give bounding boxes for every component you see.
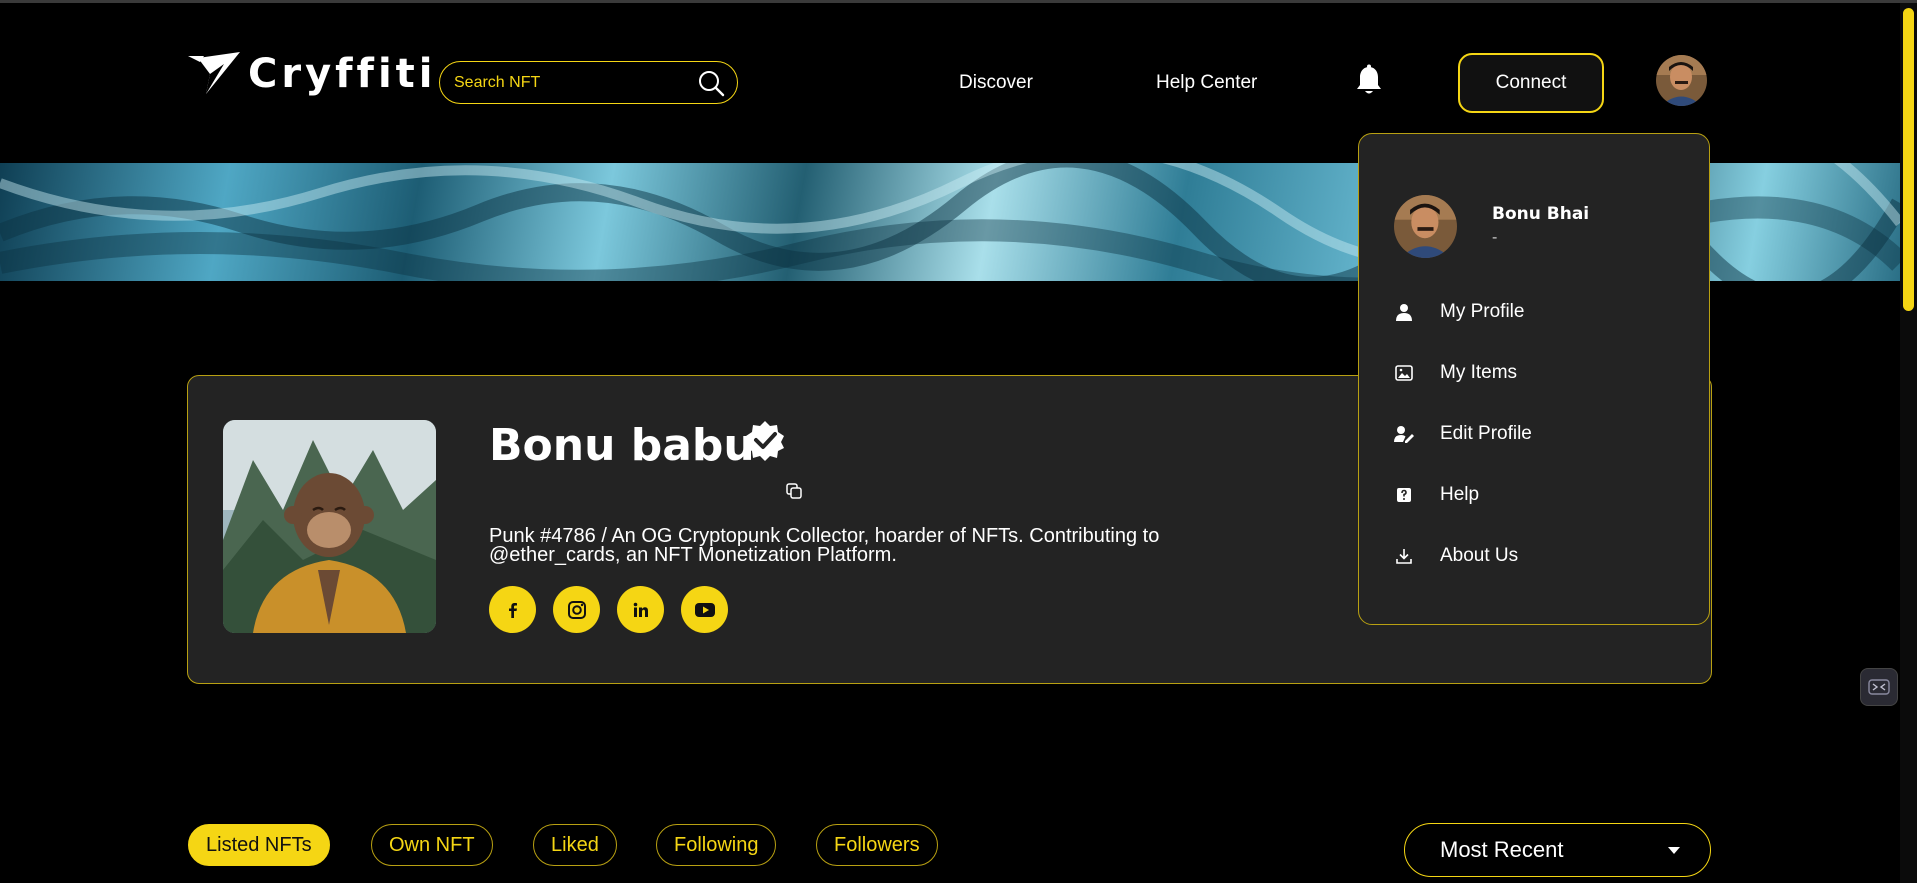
menu-item-label: Help	[1440, 484, 1480, 505]
social-links	[489, 586, 728, 633]
sort-selected-label: Most Recent	[1440, 837, 1564, 862]
brand-name: Cryffiti	[248, 51, 437, 97]
menu-item-my-items[interactable]: My Items	[1394, 356, 1694, 390]
nav-discover[interactable]: Discover	[959, 72, 1033, 94]
profile-bio: Punk #4786 / An OG Cryptopunk Collector,…	[489, 525, 1160, 566]
instagram-icon[interactable]	[553, 586, 600, 633]
menu-item-edit-profile[interactable]: Edit Profile	[1394, 417, 1694, 451]
question-icon	[1394, 485, 1414, 505]
user-icon	[1394, 302, 1414, 322]
tab-listed-nfts[interactable]: Listed NFTs	[188, 824, 330, 866]
logo-mark-icon	[188, 52, 240, 94]
tab-following[interactable]: Following	[656, 824, 777, 866]
verified-icon	[746, 421, 784, 461]
search-box[interactable]	[439, 61, 738, 104]
window-top-border	[0, 0, 1917, 3]
dropdown-user-sub: -	[1492, 229, 1498, 246]
tab-own-nft[interactable]: Own NFT	[371, 824, 493, 866]
profile-image	[223, 420, 436, 633]
user-menu-dropdown: Bonu Bhai - My Profile My Items Edit Pro…	[1358, 133, 1710, 625]
dropdown-user-name: Bonu Bhai	[1492, 204, 1590, 224]
connect-button[interactable]: Connect	[1458, 53, 1604, 113]
copy-icon[interactable]	[785, 482, 803, 500]
user-edit-icon	[1394, 424, 1414, 444]
tab-liked[interactable]: Liked	[533, 824, 617, 866]
image-icon	[1394, 363, 1414, 383]
menu-item-my-profile[interactable]: My Profile	[1394, 295, 1694, 329]
menu-item-label: About Us	[1440, 545, 1519, 566]
profile-name: Bonu babu	[489, 420, 755, 471]
menu-item-help[interactable]: Help	[1394, 478, 1694, 512]
dropdown-avatar	[1394, 195, 1457, 258]
scrollbar[interactable]	[1900, 3, 1917, 883]
chevron-down-icon	[1668, 846, 1680, 854]
bell-icon[interactable]	[1354, 64, 1384, 96]
youtube-icon[interactable]	[681, 586, 728, 633]
scrollbar-thumb[interactable]	[1903, 8, 1914, 311]
extension-icon[interactable]	[1860, 668, 1898, 706]
search-icon[interactable]	[697, 69, 725, 97]
menu-item-label: My Profile	[1440, 301, 1525, 322]
brand-logo[interactable]: Cryffiti	[186, 50, 437, 98]
facebook-icon[interactable]	[489, 586, 536, 633]
avatar[interactable]	[1656, 55, 1707, 106]
search-input[interactable]	[452, 72, 697, 93]
nav-help-center[interactable]: Help Center	[1156, 72, 1257, 94]
sort-select[interactable]: Most Recent	[1404, 823, 1711, 877]
menu-item-about-us[interactable]: About Us	[1394, 539, 1694, 573]
menu-item-label: Edit Profile	[1440, 423, 1532, 444]
tab-followers[interactable]: Followers	[816, 824, 938, 866]
download-icon	[1394, 546, 1414, 566]
linkedin-icon[interactable]	[617, 586, 664, 633]
menu-item-label: My Items	[1440, 362, 1518, 383]
